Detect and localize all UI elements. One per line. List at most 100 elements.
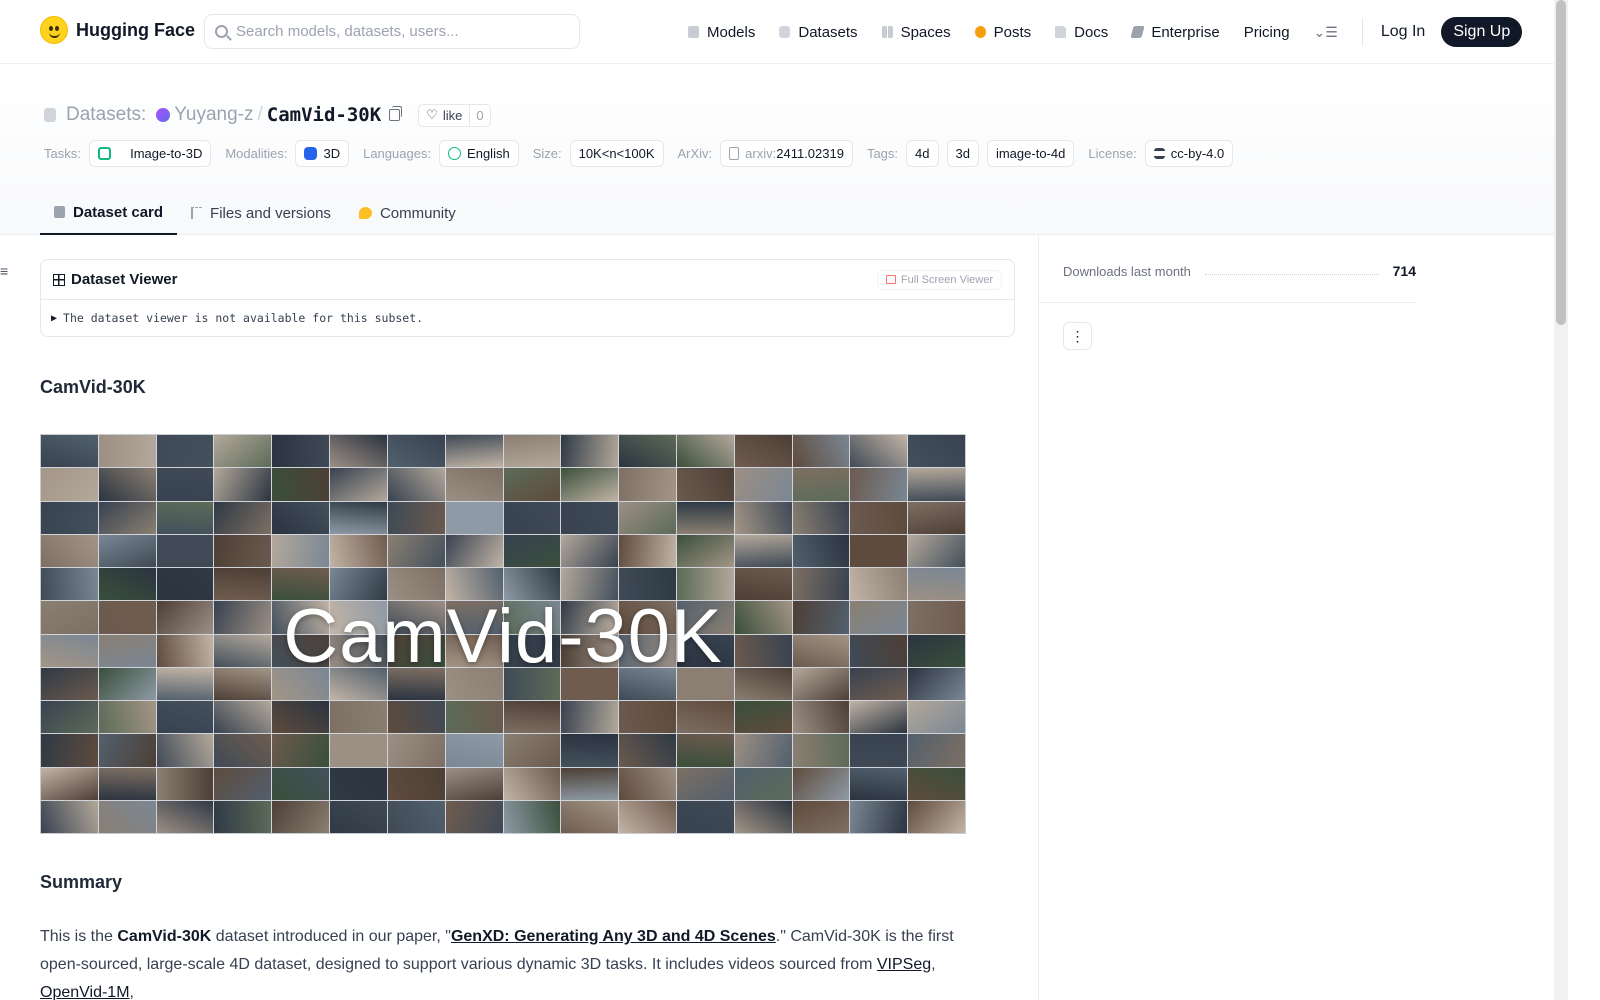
video-thumbnail [156, 468, 214, 501]
video-thumbnail [908, 701, 965, 734]
summary-text-2: dataset introduced in our paper, " [211, 928, 451, 945]
video-thumbnail [156, 534, 214, 567]
video-thumbnail [272, 767, 330, 800]
video-thumbnail [676, 534, 734, 567]
repo-name[interactable]: CamVid-30K [267, 104, 381, 126]
video-thumbnail [387, 468, 445, 501]
dataset-card-content: Dataset Viewer Full Screen Viewer ▶ The d… [40, 259, 1015, 1000]
license-label: License: [1088, 145, 1137, 161]
tab-community[interactable]: Community [345, 191, 470, 235]
summary-heading: Summary [40, 872, 123, 892]
scrollbar-thumb[interactable] [1556, 0, 1566, 325]
video-thumbnail [734, 534, 792, 567]
video-thumbnail [98, 435, 156, 468]
more-menu-icon[interactable]: ⌄☰ [1314, 24, 1338, 41]
login-link[interactable]: Log In [1381, 23, 1425, 41]
tag-task[interactable]: Image-to-3D [88, 139, 212, 167]
search-icon [215, 25, 228, 38]
nav-models-label: Models [707, 23, 756, 41]
openvid-link[interactable]: OpenVid-1M [40, 984, 130, 1000]
tab-dataset-card[interactable]: Dataset card [40, 191, 178, 235]
section-label[interactable]: Datasets: [66, 104, 146, 126]
page-scrollbar[interactable] [1554, 0, 1568, 1000]
viewer-unavailable-details[interactable]: ▶ The dataset viewer is not available for… [41, 300, 1014, 336]
tag-language[interactable]: English [439, 139, 519, 167]
top-navbar: Hugging Face Models Datasets Spaces Post… [0, 0, 1568, 64]
video-thumbnail [330, 800, 387, 833]
card-heading: CamVid-30K [40, 377, 146, 397]
community-icon [358, 207, 372, 219]
video-thumbnail [41, 468, 98, 501]
nav-spaces[interactable]: Spaces [881, 23, 951, 41]
search-input[interactable] [236, 23, 556, 40]
nav-enterprise[interactable]: Enterprise [1130, 24, 1220, 41]
files-tree-icon [191, 207, 203, 219]
video-thumbnail [619, 800, 676, 833]
video-thumbnail [272, 435, 330, 468]
video-thumbnail [387, 734, 445, 767]
nav-pricing[interactable]: Pricing [1244, 24, 1290, 41]
video-thumbnail [445, 435, 503, 468]
nav-datasets[interactable]: Datasets [779, 23, 858, 41]
video-thumbnail [561, 435, 619, 468]
video-thumbnail [98, 734, 156, 767]
nav-models[interactable]: Models [688, 24, 755, 41]
video-thumbnail [850, 800, 908, 833]
tag-modality[interactable]: 3D [295, 139, 350, 167]
video-thumbnail [561, 468, 619, 501]
tab-files[interactable]: Files and versions [177, 191, 345, 235]
video-thumbnail [619, 534, 676, 567]
avatar [156, 108, 171, 122]
search-box[interactable] [204, 14, 580, 49]
video-thumbnail [503, 767, 561, 800]
tag-size[interactable]: 10K<n<100K [569, 139, 664, 167]
video-thumbnail [908, 734, 965, 767]
table-icon [53, 273, 65, 286]
summary-bold-name: CamVid-30K [117, 928, 212, 945]
video-thumbnail [908, 468, 965, 501]
nav-spaces-label: Spaces [900, 23, 951, 41]
database-icon [44, 108, 56, 122]
nav-docs[interactable]: Docs [1055, 24, 1108, 41]
paper-link[interactable]: GenXD: Generating Any 3D and 4D Scenes [451, 928, 776, 945]
tag-license[interactable]: cc-by-4.0 [1144, 139, 1234, 167]
video-thumbnail [330, 468, 387, 501]
arxiv-prefix: arxiv: [745, 145, 777, 161]
video-thumbnail [272, 468, 330, 501]
video-thumbnail [561, 767, 619, 800]
tag-3d[interactable]: 3d [946, 139, 979, 167]
video-thumbnail [387, 800, 445, 833]
video-thumbnail [908, 800, 965, 833]
image-to-3d-icon [97, 146, 111, 160]
full-screen-viewer-button[interactable]: Full Screen Viewer [876, 269, 1002, 290]
brand-link[interactable]: Hugging Face [40, 16, 195, 44]
video-thumbnail [503, 468, 561, 501]
nav-posts[interactable]: Posts [974, 23, 1032, 41]
video-thumbnail [676, 435, 734, 468]
owner-link[interactable]: Yuyang-z [174, 104, 253, 126]
tag-task-label: Image-to-3D [130, 145, 203, 161]
copy-icon[interactable] [389, 106, 403, 121]
tag-4d[interactable]: 4d [906, 139, 939, 167]
video-thumbnail [214, 468, 272, 501]
vipseg-link[interactable]: VIPSeg [877, 956, 931, 973]
like-count[interactable]: 0 [470, 108, 489, 123]
nav-posts-label: Posts [993, 23, 1032, 41]
tag-image-to-4d[interactable]: image-to-4d [986, 139, 1075, 167]
toc-toggle-icon[interactable]: ≡ [0, 263, 8, 279]
video-thumbnail [734, 435, 792, 468]
dataset-card-icon [54, 206, 65, 218]
video-thumbnail [272, 734, 330, 767]
video-thumbnail [561, 501, 619, 534]
database-icon [779, 26, 791, 38]
video-thumbnail [792, 501, 850, 534]
video-thumbnail [445, 501, 503, 534]
nav-datasets-label: Datasets [798, 23, 858, 41]
tag-arxiv[interactable]: arxiv:2411.02319 [720, 139, 853, 167]
full-screen-label: Full Screen Viewer [900, 273, 993, 286]
like-button[interactable]: ♡ like 0 [418, 103, 491, 127]
video-thumbnail [850, 734, 908, 767]
more-options-icon[interactable]: ⋮ [1063, 322, 1092, 350]
signup-button[interactable]: Sign Up [1441, 17, 1523, 47]
video-thumbnail [330, 767, 387, 800]
